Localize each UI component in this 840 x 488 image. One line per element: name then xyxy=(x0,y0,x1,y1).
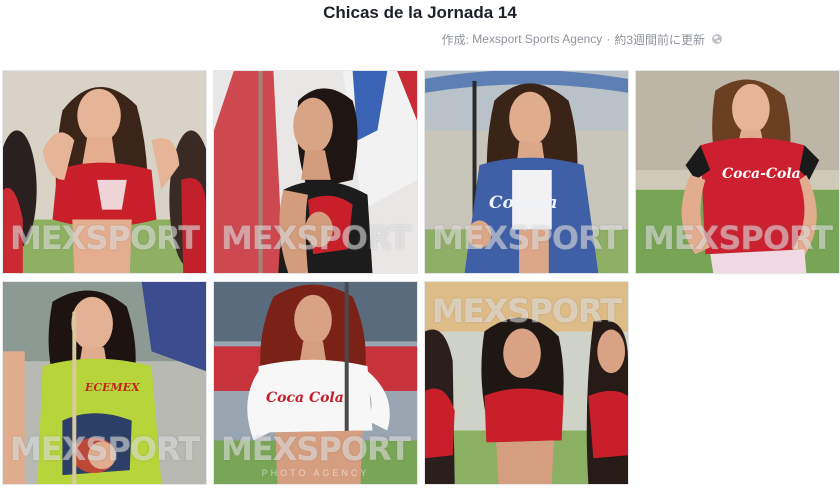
photo-image xyxy=(425,71,628,273)
globe-icon[interactable] xyxy=(712,34,722,44)
updated-time: 約3週間前に更新 xyxy=(614,32,705,47)
photo-image xyxy=(425,282,628,484)
album-meta: 作成: Mexsport Sports Agency · 約3週間前に更新 xyxy=(442,31,722,47)
photo-image xyxy=(214,71,417,273)
photo-thumbnail-2[interactable]: MEXSPORT xyxy=(213,70,418,274)
photo-image xyxy=(214,282,417,484)
photo-image xyxy=(636,71,839,273)
created-by-label: 作成: xyxy=(441,32,469,47)
photo-image xyxy=(3,282,206,484)
photo-thumbnail-6[interactable]: Coca Cola MEXSPORT PHOTO AGENCY xyxy=(213,281,418,485)
photo-thumbnail-7[interactable]: MEXSPORT xyxy=(424,281,629,485)
photo-thumbnail-4[interactable]: Coca-Cola MEXSPORT xyxy=(635,70,840,274)
meta-separator: · xyxy=(606,32,611,46)
photo-thumbnail-5[interactable]: ECEMEX MEXSPORT xyxy=(2,281,207,485)
author-link[interactable]: Mexsport Sports Agency xyxy=(472,32,602,46)
album-title: Chicas de la Jornada 14 xyxy=(323,3,517,22)
album-header: Chicas de la Jornada 14 作成: Mexsport Spo… xyxy=(0,0,840,60)
photo-thumbnail-1[interactable]: MEXSPORT xyxy=(2,70,207,274)
photo-thumbnail-3[interactable]: Corona MEXSPORT xyxy=(424,70,629,274)
photo-image xyxy=(3,71,206,273)
